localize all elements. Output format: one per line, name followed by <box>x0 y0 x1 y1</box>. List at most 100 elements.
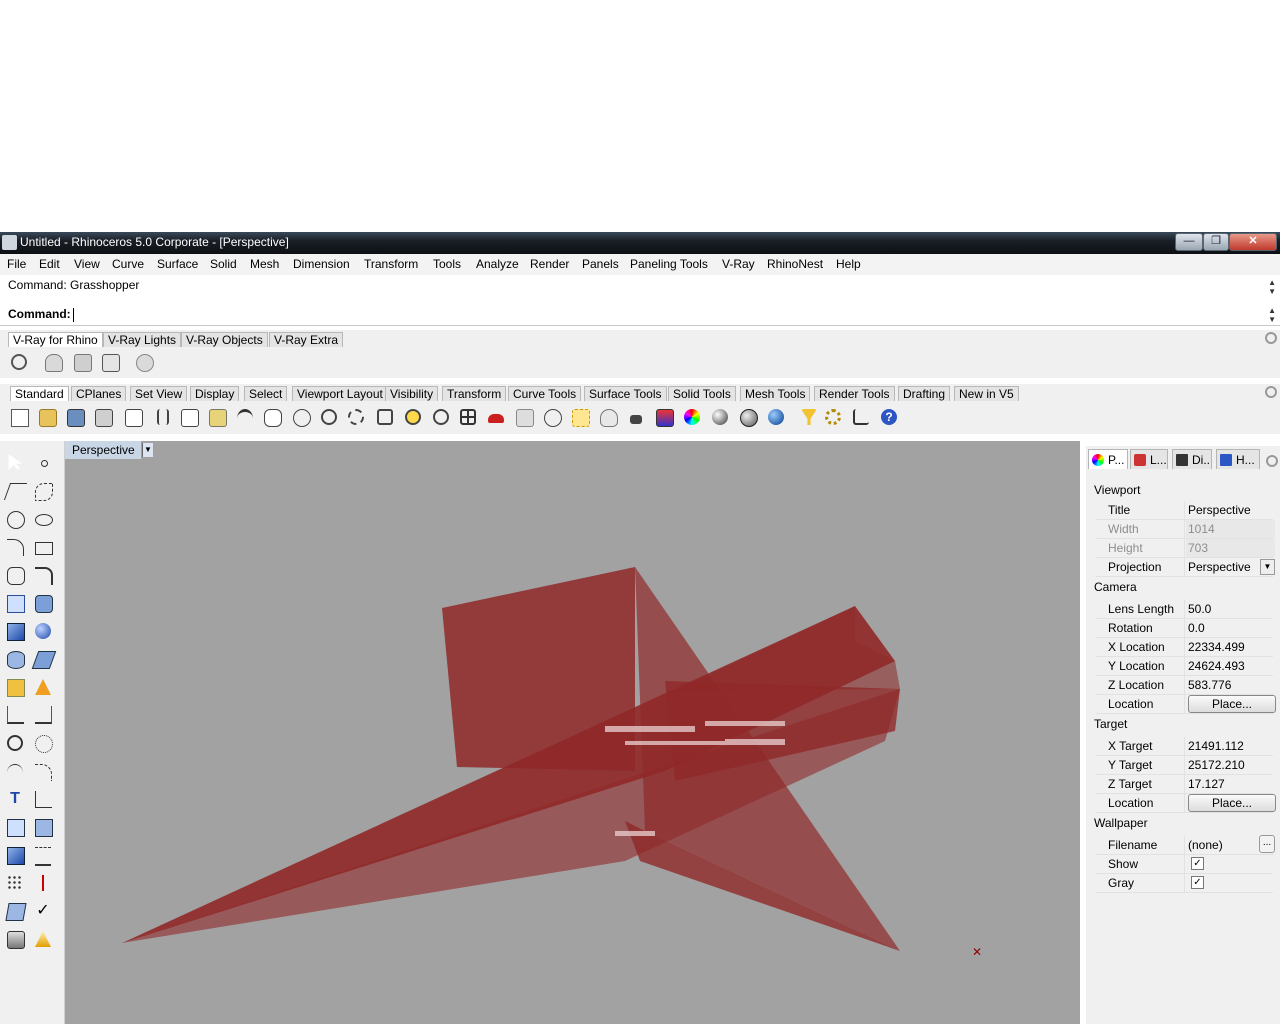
trim-icon[interactable] <box>4 703 26 725</box>
undo-icon[interactable] <box>234 406 256 428</box>
tab-vray-for-rhino[interactable]: V-Ray for Rhino <box>8 332 103 347</box>
ungroup-icon[interactable] <box>32 732 54 754</box>
tab-curve-tools[interactable]: Curve Tools <box>508 386 582 401</box>
tab-surface-tools[interactable]: Surface Tools <box>584 386 667 401</box>
menu-paneling-tools[interactable]: Paneling Tools <box>630 257 708 271</box>
y-target-value[interactable]: 25172.210 <box>1188 758 1245 772</box>
gear-icon[interactable] <box>1265 332 1277 344</box>
title-value[interactable]: Perspective <box>1188 503 1251 517</box>
arc-icon[interactable] <box>4 536 26 558</box>
curve-icon[interactable] <box>32 480 54 502</box>
grid-snap-icon[interactable] <box>32 844 54 866</box>
perspective-viewport[interactable]: Perspective ▼ ✕ <box>65 441 1080 1024</box>
cplane-icon[interactable] <box>541 406 563 428</box>
menu-solid[interactable]: Solid <box>210 257 237 271</box>
points-grid-icon[interactable] <box>4 872 26 894</box>
analyze-icon[interactable] <box>4 900 27 922</box>
rotate-icon[interactable] <box>32 761 54 783</box>
fillet-icon[interactable] <box>32 564 54 586</box>
menu-panels[interactable]: Panels <box>582 257 619 271</box>
array-icon[interactable] <box>4 816 26 838</box>
scene-canvas[interactable]: ✕ <box>65 441 1080 1024</box>
named-view-icon[interactable] <box>513 406 535 428</box>
projection-select[interactable]: Perspective <box>1188 560 1251 574</box>
solid-box-icon[interactable] <box>4 844 26 866</box>
dimension-left-icon[interactable] <box>32 788 54 810</box>
show-checkbox[interactable]: ✓ <box>1191 857 1204 870</box>
box-icon[interactable] <box>4 620 26 642</box>
open-folder-icon[interactable] <box>36 406 58 428</box>
menu-file[interactable]: File <box>7 257 26 271</box>
paste-icon[interactable] <box>206 406 228 428</box>
zoom-extents-icon[interactable] <box>374 406 396 428</box>
point-icon[interactable] <box>32 451 54 473</box>
menu-render[interactable]: Render <box>530 257 569 271</box>
menu-tools[interactable]: Tools <box>433 257 461 271</box>
tab-layers[interactable]: L... <box>1130 449 1168 469</box>
lens-length-value[interactable]: 50.0 <box>1188 602 1211 616</box>
osnap-icon[interactable] <box>569 406 591 428</box>
join-icon[interactable] <box>32 676 54 698</box>
rendered-sphere-icon[interactable] <box>737 406 759 428</box>
tab-display[interactable]: Display <box>190 386 240 401</box>
tab-transform[interactable]: Transform <box>442 386 507 401</box>
filter-icon[interactable] <box>798 406 820 428</box>
explode-icon[interactable] <box>4 676 26 698</box>
text-icon[interactable]: T <box>4 788 26 810</box>
x-target-value[interactable]: 21491.112 <box>1188 739 1244 753</box>
interactive-render-icon[interactable] <box>71 351 93 373</box>
command-input-caret[interactable] <box>73 308 74 322</box>
tab-standard[interactable]: Standard <box>10 386 69 401</box>
command-line[interactable]: Command: ▲ ▼ <box>0 305 1280 326</box>
copy-icon[interactable] <box>178 406 200 428</box>
command-spinner[interactable]: ▲ ▼ <box>1268 306 1276 324</box>
tab-select[interactable]: Select <box>244 386 288 401</box>
menu-dimension[interactable]: Dimension <box>293 257 350 271</box>
minimize-button[interactable]: — <box>1175 233 1203 251</box>
mesh-icon[interactable] <box>4 648 26 670</box>
z-location-value[interactable]: 583.776 <box>1188 678 1231 692</box>
menu-mesh[interactable]: Mesh <box>250 257 279 271</box>
tab-vray-extra[interactable]: V-Ray Extra <box>269 332 344 347</box>
menu-vray[interactable]: V-Ray <box>722 257 755 271</box>
filename-value[interactable]: (none) <box>1188 838 1223 852</box>
pan-hand-icon[interactable] <box>261 406 283 428</box>
lock-icon[interactable] <box>625 406 647 428</box>
browse-button[interactable]: ... <box>1259 835 1275 853</box>
rt-render-icon[interactable] <box>133 351 155 373</box>
shaded-sphere-icon[interactable] <box>709 406 731 428</box>
projection-dropdown-arrow[interactable]: ▼ <box>1260 559 1275 575</box>
select-arrow-icon[interactable] <box>4 451 26 473</box>
tab-new-in-v5[interactable]: New in V5 <box>954 386 1019 401</box>
import-icon[interactable] <box>122 406 144 428</box>
extrude-curve-icon[interactable] <box>32 592 54 614</box>
move-icon[interactable] <box>4 761 26 783</box>
history-scrollbar[interactable]: ▲ ▼ <box>1268 278 1276 296</box>
menu-curve[interactable]: Curve <box>112 257 144 271</box>
menu-transform[interactable]: Transform <box>364 257 418 271</box>
tab-properties[interactable]: P... <box>1088 449 1128 469</box>
boolean-union-icon[interactable] <box>32 620 54 642</box>
tab-mesh-tools[interactable]: Mesh Tools <box>740 386 811 401</box>
tab-render-tools[interactable]: Render Tools <box>814 386 895 401</box>
tab-visibility[interactable]: Visibility <box>385 386 439 401</box>
gear-icon[interactable] <box>1265 386 1277 398</box>
four-viewports-icon[interactable] <box>457 406 479 428</box>
zoom-window-icon[interactable] <box>345 406 367 428</box>
tab-viewport-layout[interactable]: Viewport Layout <box>292 386 388 401</box>
light-bulb-icon[interactable] <box>597 406 619 428</box>
tab-vray-lights[interactable]: V-Ray Lights <box>103 332 182 347</box>
print-icon[interactable] <box>92 406 114 428</box>
gray-checkbox[interactable]: ✓ <box>1191 876 1204 889</box>
ellipse-icon[interactable] <box>32 508 54 530</box>
circle-icon[interactable] <box>4 508 26 530</box>
render-object-icon[interactable] <box>4 928 26 950</box>
tab-cplanes[interactable]: CPlanes <box>71 386 127 401</box>
z-target-value[interactable]: 17.127 <box>1188 777 1225 791</box>
material-icon[interactable] <box>32 928 54 950</box>
x-location-value[interactable]: 22334.499 <box>1188 640 1245 654</box>
mesh-plane-icon[interactable] <box>31 648 57 670</box>
surface-corner-icon[interactable] <box>4 592 26 614</box>
check-icon[interactable]: ✓ <box>32 900 54 922</box>
rotate-view-icon[interactable] <box>290 406 312 428</box>
